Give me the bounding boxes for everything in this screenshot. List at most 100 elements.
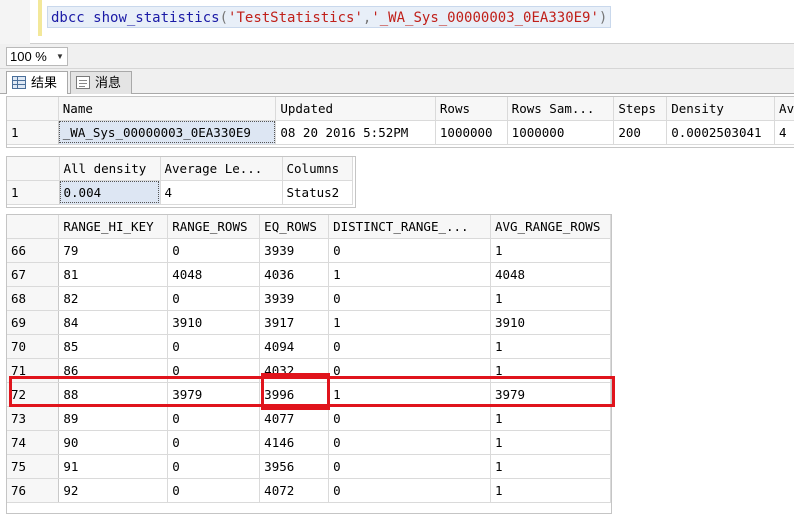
cell[interactable]: 0	[167, 334, 261, 359]
query-editor[interactable]: dbcc show_statistics('TestStatistics','_…	[0, 0, 794, 44]
table-row[interactable]: 76 92 0 4072 0 1	[7, 478, 611, 503]
column-header[interactable]: Columns	[282, 157, 353, 181]
cell[interactable]: 1	[328, 310, 491, 335]
row-number[interactable]: 69	[7, 310, 60, 335]
cell[interactable]: 88	[58, 382, 169, 407]
table-row[interactable]: 71 86 0 4032 0 1	[7, 358, 611, 383]
zoom-select[interactable]: 100 % ▼	[6, 47, 68, 66]
row-number[interactable]: 66	[7, 238, 60, 263]
cell[interactable]: 3910	[490, 310, 611, 335]
cell[interactable]: 200	[613, 120, 668, 145]
column-header[interactable]: RANGE_HI_KEY	[58, 215, 169, 239]
table-row[interactable]: 69 84 3910 3917 1 3910	[7, 310, 611, 335]
column-header[interactable]: Average Le...	[160, 157, 283, 181]
cell[interactable]: 90	[58, 430, 169, 455]
density-vector-grid[interactable]: All density Average Le... Columns 1 0.00…	[6, 156, 356, 208]
column-header[interactable]: Steps	[613, 97, 668, 121]
cell[interactable]: 1	[490, 286, 611, 311]
cell[interactable]: 4036	[259, 262, 330, 287]
stats-header-grid[interactable]: Name Updated Rows Rows Sam... Steps Dens…	[6, 96, 794, 148]
cell[interactable]: 89	[58, 406, 169, 431]
cell[interactable]: 3979	[167, 382, 261, 407]
histogram-grid[interactable]: RANGE_HI_KEY RANGE_ROWS EQ_ROWS DISTINCT…	[6, 214, 612, 514]
row-number[interactable]: 1	[7, 120, 59, 145]
cell[interactable]: 4032	[259, 358, 330, 383]
cell[interactable]: 4	[160, 180, 283, 205]
table-row[interactable]: 73 89 0 4077 0 1	[7, 406, 611, 431]
row-number[interactable]: 74	[7, 430, 60, 455]
column-header[interactable]: EQ_ROWS	[259, 215, 330, 239]
row-number[interactable]: 73	[7, 406, 60, 431]
cell[interactable]: 3939	[259, 238, 330, 263]
column-header[interactable]: Rows Sam...	[507, 97, 615, 121]
cell[interactable]: 0	[167, 430, 261, 455]
cell[interactable]: 0	[328, 358, 491, 383]
cell[interactable]: 0	[167, 286, 261, 311]
cell[interactable]: 4	[774, 120, 794, 145]
table-row[interactable]: 1 0.004 4 Status2	[7, 180, 353, 205]
cell[interactable]: 4077	[259, 406, 330, 431]
table-row[interactable]: 75 91 0 3956 0 1	[7, 454, 611, 479]
cell[interactable]: 1	[328, 382, 491, 407]
cell[interactable]: 1	[328, 262, 491, 287]
column-header[interactable]: Name	[58, 97, 277, 121]
table-row[interactable]: 68 82 0 3939 0 1	[7, 286, 611, 311]
cell[interactable]: 82	[58, 286, 169, 311]
cell[interactable]: 0.0002503041	[666, 120, 776, 145]
cell[interactable]: 1	[490, 430, 611, 455]
cell[interactable]: 3956	[259, 454, 330, 479]
cell[interactable]: 3979	[490, 382, 611, 407]
sql-code-line[interactable]: dbcc show_statistics('TestStatistics','_…	[47, 6, 612, 28]
row-number[interactable]: 72	[7, 382, 60, 407]
cell[interactable]: 0	[167, 478, 261, 503]
column-header[interactable]: Updated	[275, 97, 436, 121]
cell[interactable]: Status2	[282, 180, 353, 205]
row-number[interactable]: 68	[7, 286, 60, 311]
cell[interactable]: 0.004	[59, 180, 161, 205]
table-row[interactable]: 72 88 3979 3996 1 3979	[7, 382, 611, 407]
column-header[interactable]: Rows	[435, 97, 508, 121]
cell[interactable]: 92	[58, 478, 169, 503]
cell[interactable]: 0	[167, 358, 261, 383]
cell[interactable]: 4048	[490, 262, 611, 287]
cell[interactable]: 3939	[259, 286, 330, 311]
cell[interactable]: 0	[167, 406, 261, 431]
cell[interactable]: 1000000	[507, 120, 615, 145]
cell[interactable]: 4048	[167, 262, 261, 287]
cell[interactable]: 3917	[259, 310, 330, 335]
cell[interactable]: 0	[328, 454, 491, 479]
cell[interactable]: 79	[58, 238, 169, 263]
table-row[interactable]: 74 90 0 4146 0 1	[7, 430, 611, 455]
cell[interactable]: _WA_Sys_00000003_0EA330E9	[58, 120, 277, 145]
column-header[interactable]: DISTINCT_RANGE_...	[328, 215, 491, 239]
row-number[interactable]: 76	[7, 478, 60, 503]
cell[interactable]: 4146	[259, 430, 330, 455]
cell[interactable]: 81	[58, 262, 169, 287]
chevron-down-icon[interactable]: ▼	[53, 48, 67, 65]
column-header[interactable]: All density	[59, 157, 161, 181]
column-header[interactable]: AVG_RANGE_ROWS	[490, 215, 611, 239]
table-row[interactable]: 67 81 4048 4036 1 4048	[7, 262, 611, 287]
cell[interactable]: 08 20 2016 5:52PM	[275, 120, 436, 145]
cell[interactable]: 4094	[259, 334, 330, 359]
cell[interactable]: 84	[58, 310, 169, 335]
cell[interactable]: 1	[490, 334, 611, 359]
table-row[interactable]: 1 _WA_Sys_00000003_0EA330E9 08 20 2016 5…	[7, 120, 794, 145]
cell[interactable]: 0	[167, 238, 261, 263]
column-header[interactable]: Av	[774, 97, 794, 121]
cell[interactable]: 0	[328, 334, 491, 359]
cell[interactable]: 0	[328, 430, 491, 455]
cell[interactable]: 1	[490, 406, 611, 431]
table-row[interactable]: 70 85 0 4094 0 1	[7, 334, 611, 359]
row-number[interactable]: 70	[7, 334, 60, 359]
column-header[interactable]: Density	[666, 97, 776, 121]
cell[interactable]: 1000000	[435, 120, 508, 145]
cell[interactable]: 0	[328, 406, 491, 431]
cell[interactable]: 1	[490, 358, 611, 383]
cell[interactable]: 1	[490, 454, 611, 479]
row-number[interactable]: 1	[7, 180, 60, 205]
tab-results[interactable]: 结果	[6, 71, 68, 95]
cell[interactable]: 3996	[259, 382, 330, 407]
cell[interactable]: 3910	[167, 310, 261, 335]
cell[interactable]: 85	[58, 334, 169, 359]
